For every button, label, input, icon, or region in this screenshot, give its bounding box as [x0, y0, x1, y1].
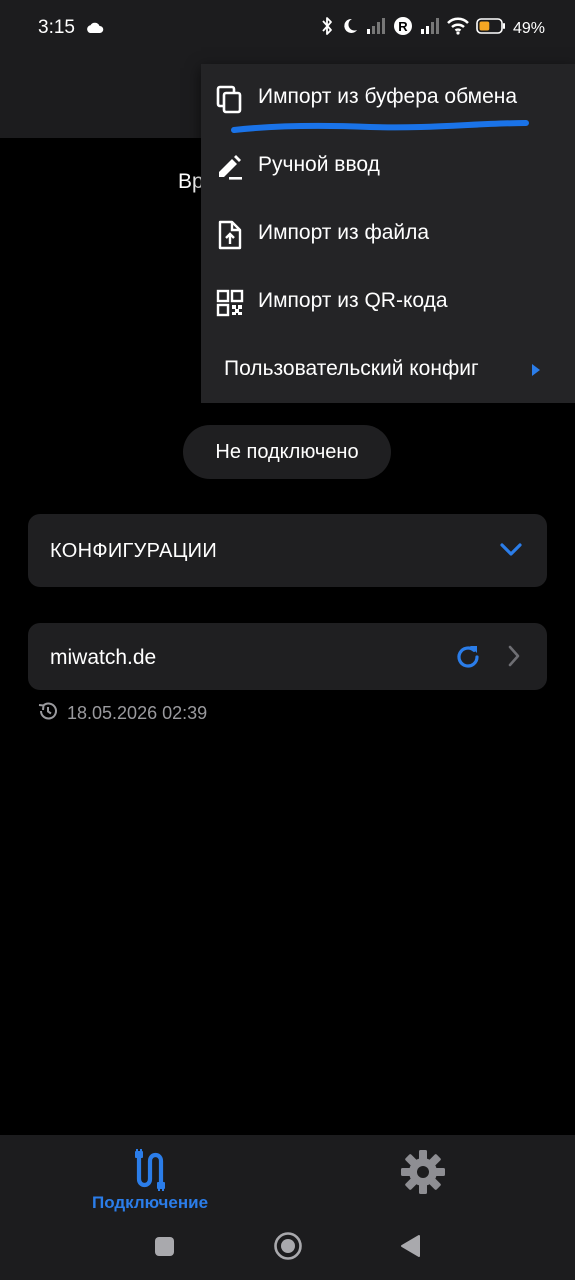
nav-tab-connection-label: Подключение: [91, 1193, 209, 1212]
last-updated-row: 18.05.2026 02:39: [37, 700, 207, 727]
menu-item-label: Пользовательский конфиг: [224, 357, 479, 380]
svg-text:R: R: [398, 19, 408, 34]
menu-item-label: Ручной ввод: [258, 153, 380, 176]
menu-item-import-file[interactable]: Импорт из файла: [201, 200, 575, 268]
highlight-underline: [231, 120, 529, 133]
system-back-button[interactable]: [399, 1234, 421, 1263]
status-time: 3:15: [38, 17, 75, 38]
chevron-right-icon[interactable]: [507, 645, 521, 672]
nav-tab-connection[interactable]: Подключение: [80, 1143, 220, 1223]
connection-plug-icon: [130, 1149, 170, 1196]
battery-icon: [476, 17, 506, 40]
qr-code-icon: [215, 288, 245, 318]
menu-item-custom-config[interactable]: Пользовательский конфиг: [201, 336, 575, 404]
menu-item-import-qr[interactable]: Импорт из QR-кода: [201, 268, 575, 336]
configurations-title: КОНФИГУРАЦИИ: [50, 540, 218, 562]
cloud-icon: [86, 21, 104, 39]
battery-percent: 49%: [512, 19, 545, 37]
pencil-icon: [215, 152, 245, 182]
chevron-down-icon: [499, 542, 523, 563]
signal-icon: [366, 17, 386, 40]
last-updated-timestamp: 18.05.2026 02:39: [67, 703, 208, 723]
menu-item-label: Импорт из буфера обмена: [258, 85, 518, 108]
roaming-r-icon: R: [393, 16, 413, 41]
background-heading-fragment: Вр: [178, 170, 204, 193]
connection-status-chip: Не подключено: [183, 425, 391, 479]
server-name: miwatch.de: [50, 646, 157, 669]
signal-icon: [420, 17, 440, 40]
file-upload-icon: [215, 220, 245, 250]
server-config-item[interactable]: miwatch.de: [28, 623, 547, 690]
menu-item-manual-input[interactable]: Ручной ввод: [201, 132, 575, 200]
clipboard-copy-icon: [215, 84, 245, 114]
moon-icon: [341, 17, 359, 40]
wifi-icon: [447, 17, 469, 40]
system-home-button[interactable]: [273, 1231, 303, 1266]
bluetooth-icon: [320, 16, 334, 41]
configurations-dropdown[interactable]: КОНФИГУРАЦИИ: [28, 514, 547, 587]
import-popup-menu: Импорт из буфера обмена Ручной ввод Импо…: [201, 64, 575, 403]
refresh-icon[interactable]: [453, 642, 483, 677]
history-icon: [37, 700, 59, 727]
menu-item-label: Импорт из файла: [258, 221, 430, 244]
system-recents-button[interactable]: [155, 1237, 174, 1256]
status-icons: R 49%: [320, 16, 545, 41]
menu-item-label: Импорт из QR-кода: [258, 289, 448, 312]
chevron-right-icon: [531, 363, 541, 382]
settings-gear-icon[interactable]: [400, 1149, 446, 1200]
